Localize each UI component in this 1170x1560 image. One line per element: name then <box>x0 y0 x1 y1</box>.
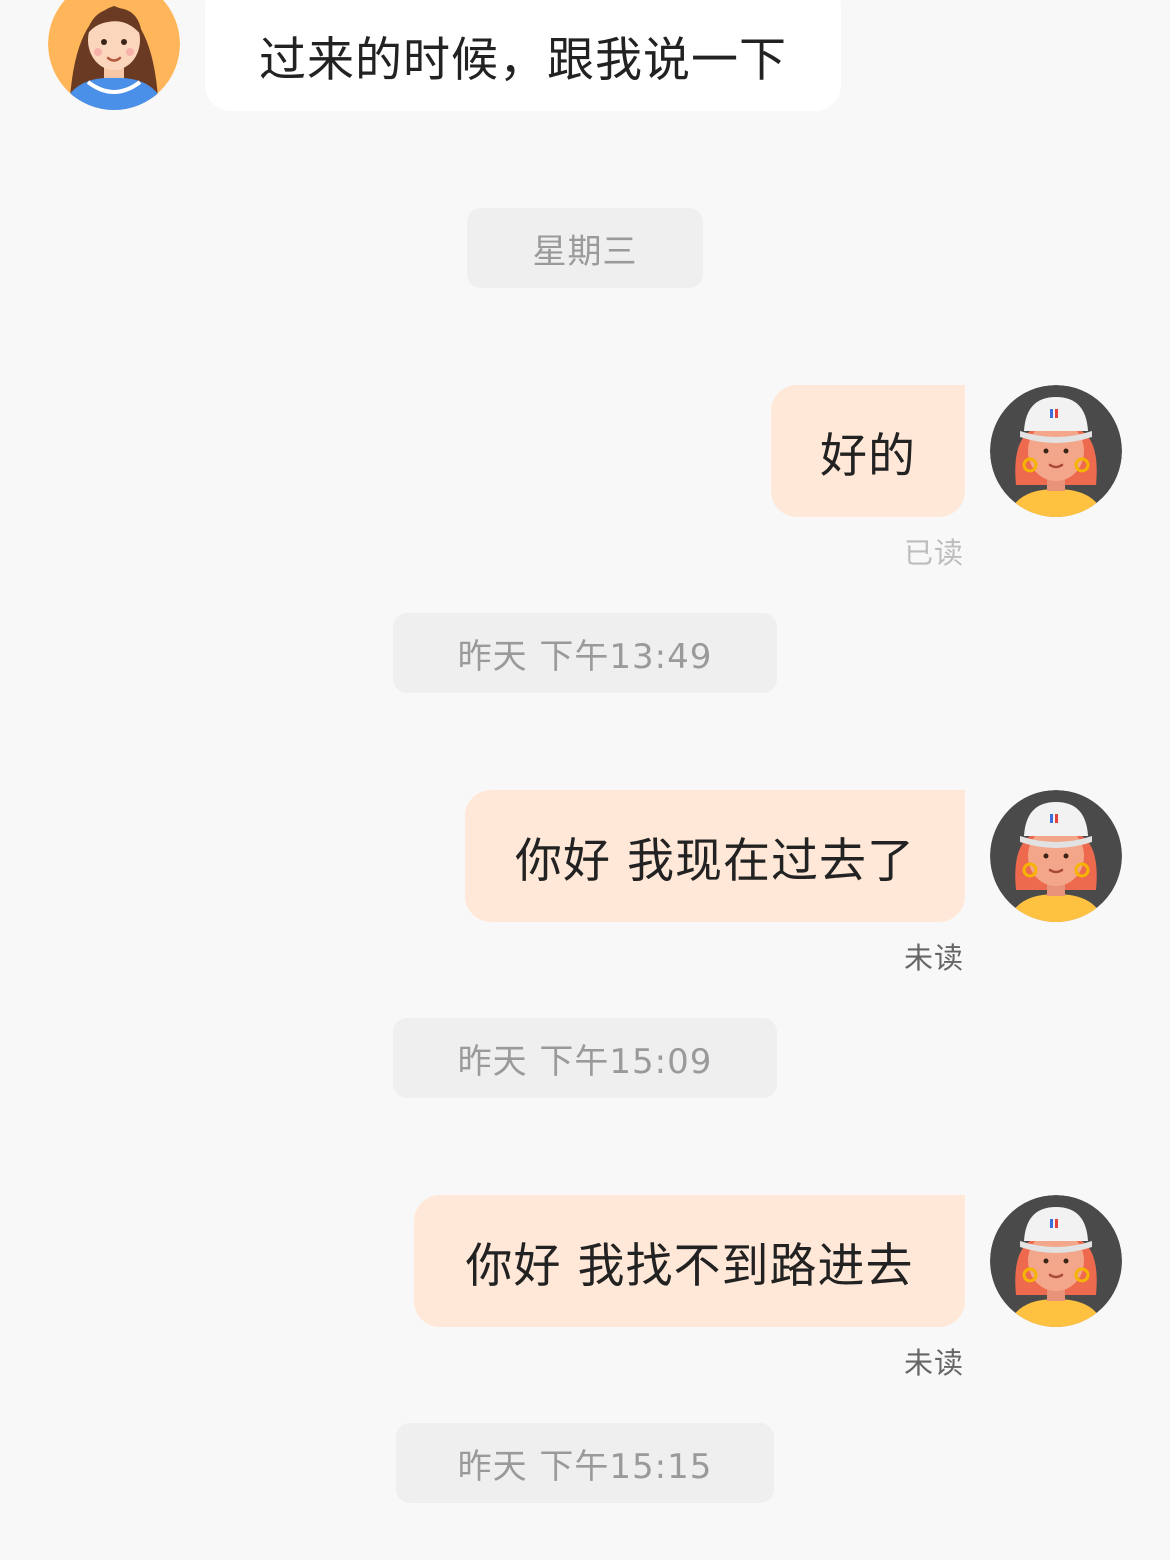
self-avatar[interactable] <box>990 790 1122 922</box>
woman-white-cap-avatar-icon <box>990 1195 1122 1327</box>
read-status: 未读 <box>904 1340 964 1382</box>
read-status: 已读 <box>904 530 964 572</box>
message-bubble-incoming[interactable]: 过来的时候，跟我说一下 <box>205 0 841 111</box>
read-status-label: 已读 <box>903 536 964 570</box>
message-text: 你好 我找不到路进去 <box>465 1238 914 1294</box>
woman-brown-hair-avatar-icon <box>48 0 180 110</box>
read-status-label: 未读 <box>903 941 964 975</box>
woman-white-cap-avatar-icon <box>990 790 1122 922</box>
message-bubble-outgoing[interactable]: 好的 <box>771 385 965 517</box>
self-avatar[interactable] <box>990 385 1122 517</box>
message-bubble-outgoing[interactable]: 你好 我找不到路进去 <box>414 1195 965 1327</box>
read-status-label: 未读 <box>903 1346 964 1380</box>
message-text: 你好 我现在过去了 <box>515 833 915 889</box>
time-separator: 昨天 下午13:49 <box>393 613 777 693</box>
read-status: 未读 <box>904 935 964 977</box>
time-separator: 昨天 下午15:09 <box>393 1018 777 1098</box>
contact-avatar[interactable] <box>48 0 180 110</box>
message-bubble-outgoing[interactable]: 你好 我现在过去了 <box>465 790 965 922</box>
time-separator-label: 昨天 下午13:49 <box>457 636 713 677</box>
time-separator-label: 昨天 下午15:09 <box>457 1041 713 1082</box>
message-text: 过来的时候，跟我说一下 <box>259 33 787 88</box>
self-avatar[interactable] <box>990 1195 1122 1327</box>
message-text: 好的 <box>820 428 916 484</box>
date-separator-label: 星期三 <box>532 231 638 272</box>
date-separator: 星期三 <box>467 208 703 288</box>
woman-white-cap-avatar-icon <box>990 385 1122 517</box>
time-separator: 昨天 下午15:15 <box>396 1423 774 1503</box>
time-separator-label: 昨天 下午15:15 <box>457 1446 713 1487</box>
